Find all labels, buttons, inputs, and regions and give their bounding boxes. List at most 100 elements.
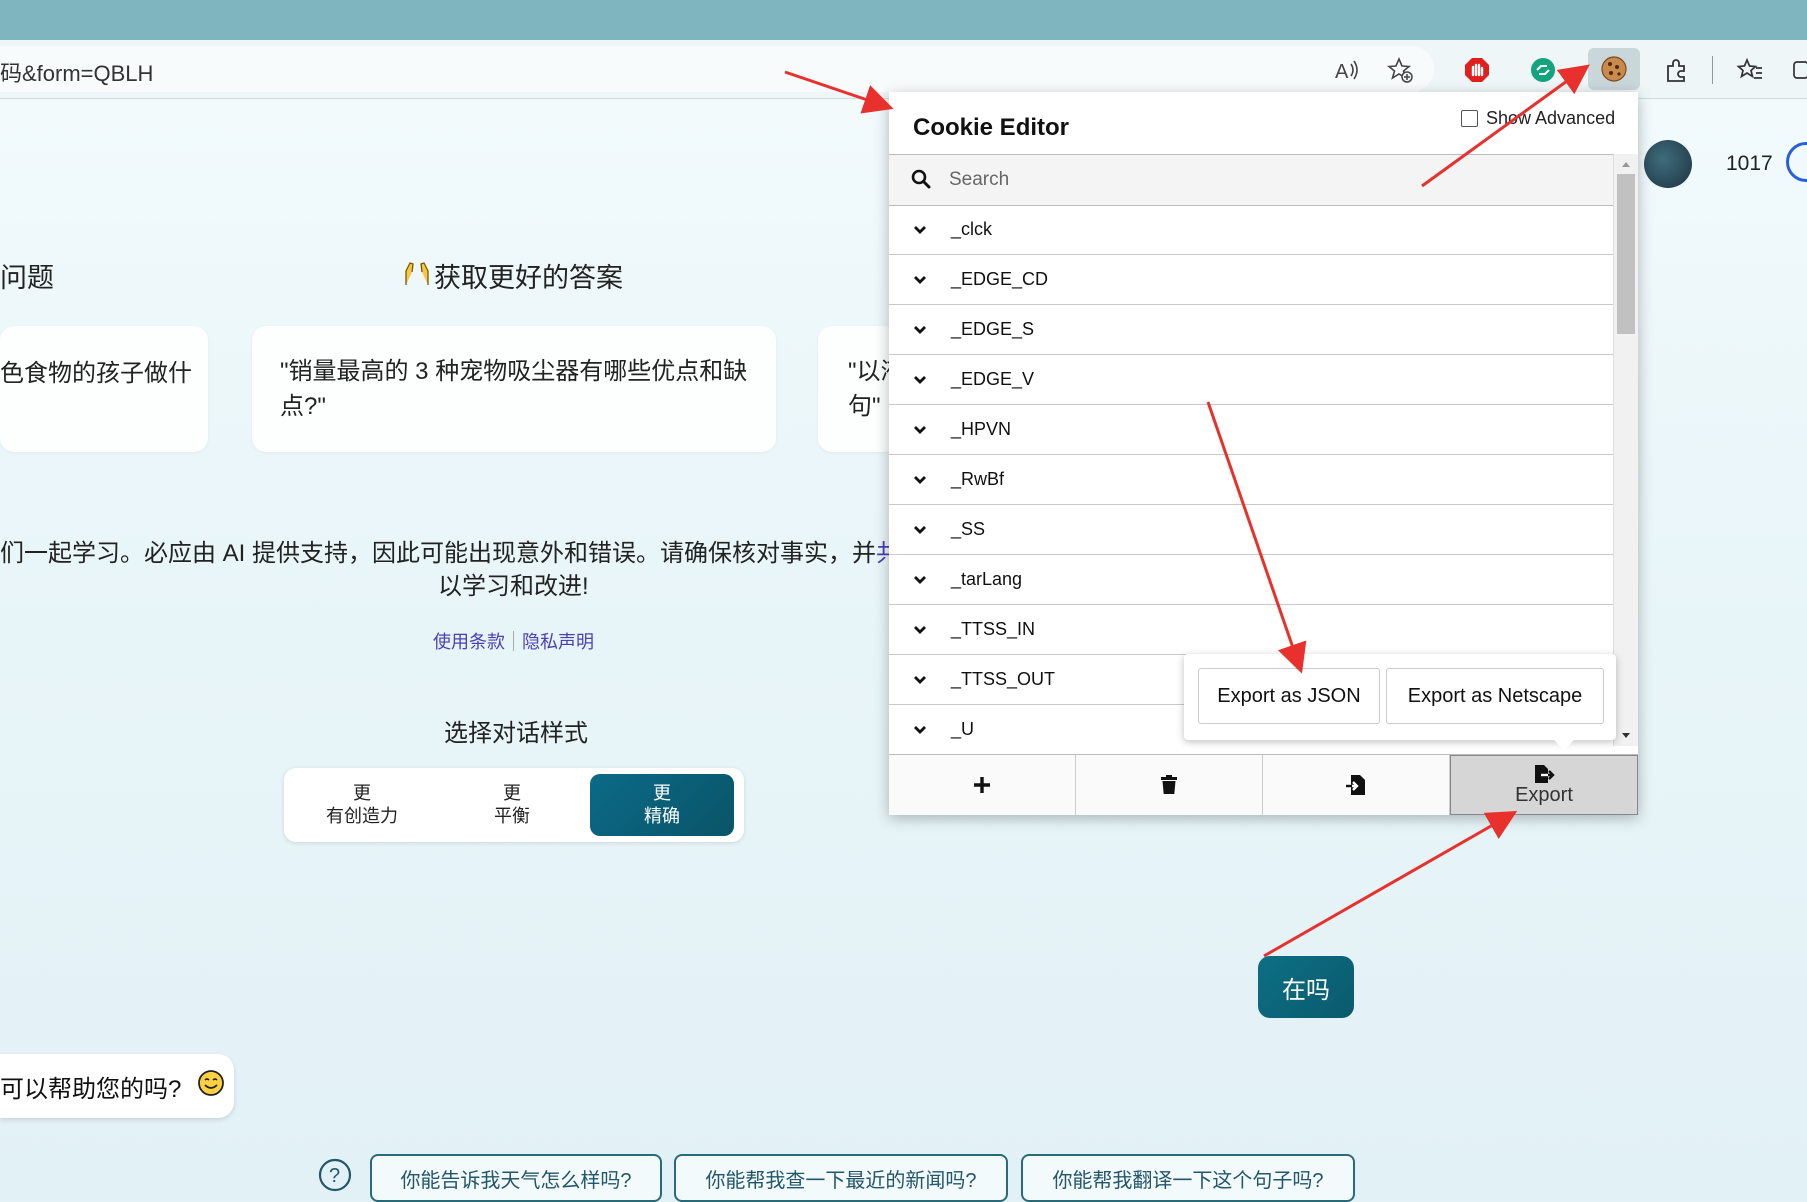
suggestion-card-middle[interactable]: "销量最高的 3 种宠物吸尘器有哪些优点和缺点?" xyxy=(252,326,776,452)
search-row[interactable]: Search xyxy=(889,154,1613,206)
show-advanced-checkbox[interactable] xyxy=(1461,110,1478,127)
delete-all-button[interactable] xyxy=(1076,755,1263,815)
tone-selector: 更 有创造力 更 平衡 更 精确 xyxy=(284,768,744,842)
chevron-down-icon[interactable] xyxy=(913,272,927,290)
url-text: 码&form=QBLH xyxy=(0,61,154,86)
heading-right-wrap: 获取更好的答案 xyxy=(402,256,623,295)
cookie-name: _TTSS_IN xyxy=(951,619,1036,639)
address-bar[interactable] xyxy=(0,46,1434,92)
bot-message-text: 可以帮助您的吗? xyxy=(0,1075,182,1103)
cookie-row[interactable]: _RwBf xyxy=(889,455,1613,505)
tone-precise-line1: 更 xyxy=(653,783,671,803)
disclaimer-line1-wrap: 们一起学习。必应由 AI 提供支持，因此可能出现意外和错误。请确保核对事实，并共 xyxy=(0,533,900,568)
privacy-link[interactable]: 隐私声明 xyxy=(522,628,594,654)
scrollbar[interactable] xyxy=(1613,154,1638,746)
read-aloud-icon[interactable]: A xyxy=(1327,50,1367,90)
trash-icon xyxy=(1161,775,1177,794)
terms-link[interactable]: 使用条款 xyxy=(433,628,505,654)
legal-links: 使用条款 隐私声明 xyxy=(433,628,594,654)
card-middle-text: "销量最高的 3 种宠物吸尘器有哪些优点和缺点?" xyxy=(280,358,748,420)
heading-right: 获取更好的答案 xyxy=(434,263,623,293)
export-button[interactable]: Export xyxy=(1450,755,1638,815)
tone-creative-line1: 更 xyxy=(353,783,371,803)
help-icon[interactable]: ? xyxy=(318,1158,352,1197)
cookie-row[interactable]: _tarLang xyxy=(889,555,1613,605)
scroll-up-icon[interactable] xyxy=(1621,160,1631,168)
arrow-to-export-button xyxy=(1263,811,1518,958)
cookie-row[interactable]: _HPVN xyxy=(889,405,1613,455)
bot-message-bubble: 可以帮助您的吗? xyxy=(0,1054,234,1118)
toolbar-separator xyxy=(1712,56,1713,84)
chevron-down-icon[interactable] xyxy=(913,622,927,640)
card-left-text: 色食物的孩子做什 xyxy=(0,360,192,387)
tone-creative-button[interactable]: 更 有创造力 xyxy=(290,774,434,836)
raised-hands-icon xyxy=(402,257,434,294)
cookie-name: _EDGE_CD xyxy=(951,269,1049,289)
export-file-icon xyxy=(1535,764,1555,783)
user-count: 1017 xyxy=(1726,152,1773,175)
svg-text:?: ? xyxy=(329,1165,340,1187)
cookie-name: _tarLang xyxy=(951,569,1023,589)
smile-emoji-icon xyxy=(197,1069,225,1104)
chevron-down-icon[interactable] xyxy=(913,572,927,590)
cookie-name: _TTSS_OUT xyxy=(951,669,1056,689)
suggestion-card-left[interactable]: 色食物的孩子做什 xyxy=(0,326,208,452)
cookie-name: _SS xyxy=(951,519,986,539)
cookie-row[interactable]: _TTSS_IN xyxy=(889,605,1613,655)
scroll-down-icon[interactable] xyxy=(1621,732,1631,740)
search-input[interactable]: Search xyxy=(949,169,1009,191)
favorites-icon[interactable] xyxy=(1730,50,1770,90)
export-netscape-button[interactable]: Export as Netscape xyxy=(1386,668,1604,724)
chevron-down-icon[interactable] xyxy=(913,222,927,240)
disclaimer-line1: 们一起学习。必应由 AI 提供支持，因此可能出现意外和错误。请确保核对事实，并 xyxy=(0,540,877,567)
avatar[interactable] xyxy=(1644,140,1692,188)
add-cookie-button[interactable] xyxy=(889,755,1076,815)
user-message-bubble: 在吗 xyxy=(1258,956,1354,1018)
suggestion-news-button[interactable]: 你能帮我查一下最近的新闻吗? xyxy=(674,1154,1008,1202)
cookie-row[interactable]: _EDGE_S xyxy=(889,305,1613,355)
suggestion-weather-button[interactable]: 你能告诉我天气怎么样吗? xyxy=(370,1154,662,1202)
popup-action-bar: Export xyxy=(889,754,1638,815)
cookie-name: _RwBf xyxy=(951,469,1005,489)
show-advanced-toggle[interactable]: Show Advanced xyxy=(1461,108,1615,129)
tone-creative-line2: 有创造力 xyxy=(326,806,398,826)
cookie-name: _EDGE_S xyxy=(951,319,1035,339)
extensions-puzzle-icon[interactable] xyxy=(1656,50,1696,90)
suggestion-translate-button[interactable]: 你能帮我翻译一下这个句子吗? xyxy=(1021,1154,1355,1202)
tone-balanced-button[interactable]: 更 平衡 xyxy=(440,774,584,836)
chevron-down-icon[interactable] xyxy=(913,672,927,690)
chevron-down-icon[interactable] xyxy=(913,472,927,490)
plus-icon xyxy=(974,777,990,793)
export-menu: Export as JSON Export as Netscape xyxy=(1184,654,1616,750)
chevron-down-icon[interactable] xyxy=(913,322,927,340)
chevron-down-icon[interactable] xyxy=(913,522,927,540)
profile-icon[interactable] xyxy=(1790,50,1807,90)
popup-title: Cookie Editor xyxy=(913,114,1070,141)
heading-left: 问题 xyxy=(0,263,54,293)
search-icon xyxy=(911,169,931,194)
cookie-row[interactable]: _EDGE_V xyxy=(889,355,1613,405)
tone-title: 选择对话样式 xyxy=(444,720,588,747)
export-json-button[interactable]: Export as JSON xyxy=(1198,668,1380,724)
cookie-name: _EDGE_V xyxy=(951,369,1035,389)
tone-balanced-line2: 平衡 xyxy=(494,806,530,826)
chevron-down-icon[interactable] xyxy=(913,722,927,740)
show-advanced-label: Show Advanced xyxy=(1486,108,1616,128)
svg-text:A: A xyxy=(1335,61,1349,83)
chevron-down-icon[interactable] xyxy=(913,372,927,390)
cookie-row[interactable]: _SS xyxy=(889,505,1613,555)
export-label: Export xyxy=(1515,783,1573,806)
adblock-icon[interactable] xyxy=(1457,50,1497,90)
rewards-icon[interactable] xyxy=(1786,142,1807,182)
suggestion-card-right[interactable]: "以液 句" xyxy=(818,326,905,452)
cookie-row[interactable]: _EDGE_CD xyxy=(889,255,1613,305)
tone-precise-button[interactable]: 更 精确 xyxy=(590,774,734,836)
cookie-editor-icon[interactable] xyxy=(1588,48,1640,90)
import-button[interactable] xyxy=(1263,755,1450,815)
cookie-name: _clck xyxy=(951,219,993,239)
chevron-down-icon[interactable] xyxy=(913,422,927,440)
grammarly-icon[interactable] xyxy=(1523,50,1563,90)
cookie-row[interactable]: _clck xyxy=(889,205,1613,255)
scrollbar-thumb[interactable] xyxy=(1617,174,1635,334)
add-favorite-icon[interactable] xyxy=(1380,50,1420,90)
